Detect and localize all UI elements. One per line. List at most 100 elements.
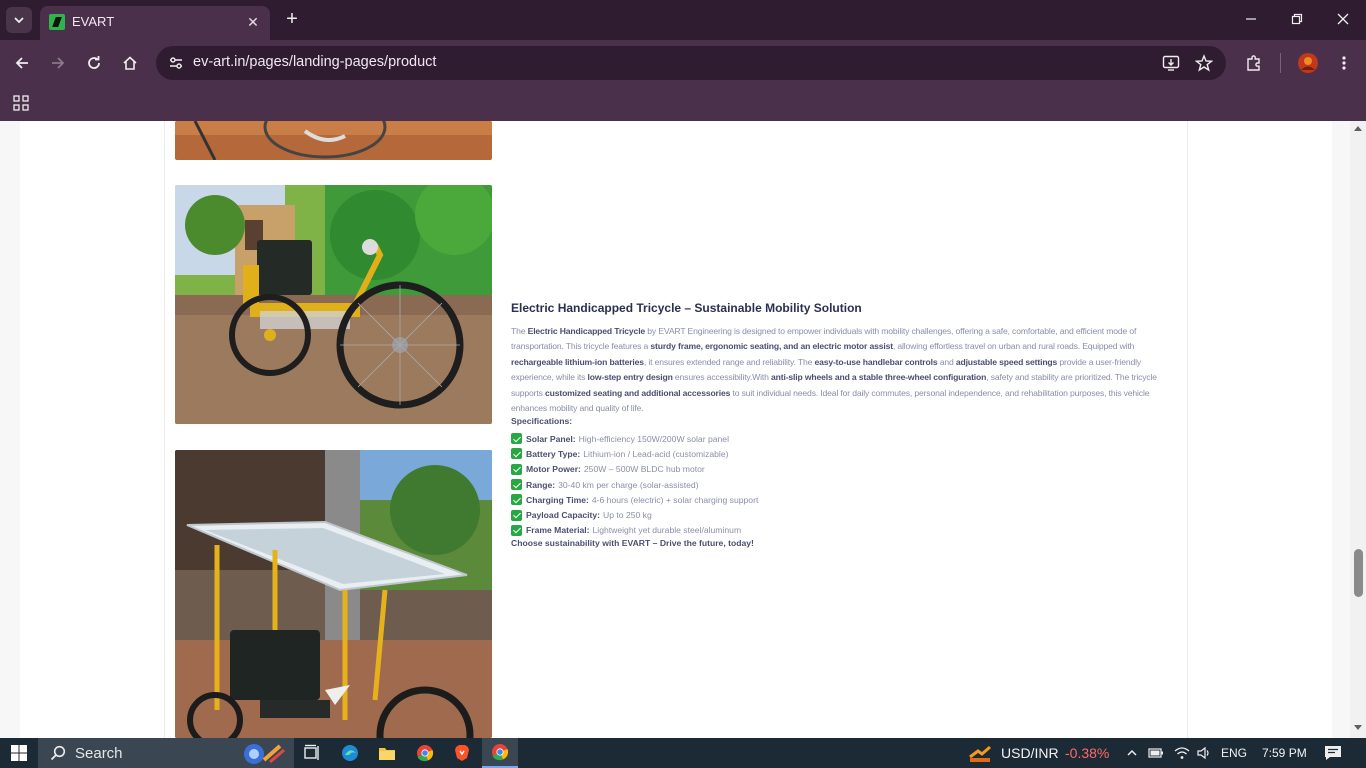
stock-widget-icon[interactable] — [966, 741, 994, 765]
home-button[interactable] — [116, 49, 144, 77]
taskbar-edge[interactable] — [338, 741, 362, 765]
puzzle-icon — [1247, 55, 1260, 71]
desc-bold: Electric Handicapped Tricycle — [527, 326, 646, 336]
bookmark-star-button[interactable] — [1192, 51, 1216, 75]
taskbar-file-explorer[interactable] — [375, 741, 399, 765]
scroll-up-arrow-icon[interactable] — [1354, 126, 1362, 131]
page-gutter-right — [1332, 121, 1350, 738]
spec-value: Up to 250 kg — [603, 510, 652, 521]
spec-item: Range: 30-40 km per charge (solar-assiste… — [511, 477, 758, 492]
url-text[interactable]: ev-art.in/pages/landing-pages/product — [193, 54, 436, 70]
install-app-button[interactable] — [1159, 51, 1183, 75]
taskbar-chrome-active[interactable] — [482, 738, 518, 768]
check-icon — [511, 524, 522, 536]
star-icon — [1195, 54, 1213, 72]
arrow-left-icon — [15, 57, 28, 69]
windows-taskbar: Search USD/INR -0.38% ENG 7:59 PM — [0, 738, 1366, 768]
search-highlight-icon — [244, 744, 285, 764]
specifications-heading: Specifications: — [511, 416, 573, 426]
taskbar-brave[interactable] — [450, 741, 474, 765]
restore-button[interactable] — [1274, 8, 1320, 32]
ticker-change[interactable]: -0.38% — [1065, 745, 1109, 761]
check-icon — [511, 463, 522, 475]
notification-icon — [1325, 746, 1341, 760]
notifications-button[interactable] — [1322, 741, 1344, 765]
profile-avatar-button[interactable] — [1294, 49, 1322, 77]
check-icon — [511, 509, 522, 521]
home-icon — [123, 56, 137, 70]
spec-item: Payload Capacity: Up to 250 kg — [511, 507, 758, 522]
scrollbar-thumb[interactable] — [1354, 549, 1363, 597]
kebab-menu-icon — [1342, 56, 1346, 70]
page-scrollbar[interactable] — [1350, 121, 1366, 738]
chrome-icon — [417, 745, 434, 762]
apps-button[interactable] — [10, 92, 32, 114]
edge-icon — [342, 745, 358, 761]
spec-value: 30-40 km per charge (solar-assisted) — [558, 479, 699, 490]
page-gutter-left — [0, 121, 20, 738]
tab-close-icon[interactable]: ✕ — [244, 13, 262, 31]
windows-logo-icon — [11, 745, 27, 761]
taskbar-search[interactable]: Search — [38, 738, 294, 768]
tab-title: EVART — [72, 14, 115, 29]
spec-key: Solar Panel: — [526, 433, 576, 444]
tab-strip: EVART ✕ + — [0, 0, 1366, 40]
spec-key: Charging Time: — [526, 494, 589, 505]
spec-key: Range: — [526, 479, 556, 490]
scroll-down-arrow-icon[interactable] — [1354, 725, 1362, 730]
spec-value: Lightweight yet durable steel/aluminum — [592, 525, 742, 536]
volume-status[interactable] — [1194, 741, 1214, 765]
clock[interactable]: 7:59 PM — [1262, 746, 1307, 760]
task-view-icon — [304, 744, 319, 760]
spec-value: 4-6 hours (electric) + solar charging su… — [591, 494, 759, 505]
product-description: The Electric Handicapped Tricycle by EVA… — [511, 324, 1161, 416]
browser-tab[interactable]: EVART ✕ — [40, 6, 270, 40]
taskbar-chrome[interactable] — [413, 741, 437, 765]
desc-text: The — [511, 326, 528, 336]
speaker-icon — [1197, 746, 1209, 760]
back-button[interactable] — [8, 49, 36, 77]
wifi-status[interactable] — [1172, 741, 1192, 765]
language-indicator[interactable]: ENG — [1221, 746, 1247, 760]
bookmarks-bar — [0, 86, 1366, 121]
menu-button[interactable] — [1330, 49, 1358, 77]
desc-bold: easy-to-use handlebar controls — [814, 356, 938, 367]
spec-item: Charging Time: 4-6 hours (electric) + sol… — [511, 492, 758, 507]
show-hidden-icons-button[interactable] — [1123, 741, 1141, 765]
chrome-icon — [492, 744, 509, 761]
forward-button[interactable] — [44, 49, 72, 77]
close-window-button[interactable] — [1320, 8, 1366, 32]
ticker-label[interactable]: USD/INR — [1001, 745, 1059, 761]
task-view-button[interactable] — [300, 741, 324, 765]
brave-lion-icon — [455, 745, 469, 761]
desc-bold: sturdy frame, ergonomic seating, and an … — [650, 341, 893, 352]
spec-value: 250W – 500W BLDC hub motor — [583, 464, 705, 475]
desc-text: , it ensures extended range and reliabil… — [643, 356, 815, 367]
product-image-tricycle — [175, 185, 492, 424]
search-placeholder: Search — [75, 744, 123, 762]
battery-status[interactable] — [1146, 741, 1166, 765]
arrow-right-icon — [52, 57, 65, 69]
close-icon — [1337, 13, 1349, 25]
product-image-solar-tricycle — [175, 450, 492, 738]
address-bar[interactable]: ev-art.in/pages/landing-pages/product — [156, 46, 1226, 80]
avatar-icon — [1298, 53, 1318, 73]
spec-item: Battery Type: Lithium-ion / Lead-acid (cu… — [511, 446, 758, 461]
spec-item: Motor Power: 250W – 500W BLDC hub motor — [511, 462, 758, 477]
reload-icon — [88, 56, 100, 69]
reload-button[interactable] — [80, 49, 108, 77]
minimize-button[interactable] — [1228, 8, 1274, 32]
tab-search-button[interactable] — [6, 7, 32, 33]
site-info-button[interactable] — [164, 51, 188, 75]
specifications-list: Solar Panel: High-efficiency 150W/200W so… — [511, 431, 758, 538]
tune-icon — [170, 57, 182, 69]
product-image-previous — [175, 121, 492, 160]
check-icon — [511, 479, 522, 491]
evart-favicon-icon — [49, 14, 65, 30]
product-tagline: Choose sustainability with EVART – Drive… — [511, 538, 754, 548]
extensions-button[interactable] — [1240, 49, 1268, 77]
battery-icon — [1148, 748, 1163, 758]
page-viewport: Electric Handicapped Tricycle – Sustaina… — [0, 121, 1366, 738]
new-tab-button[interactable]: + — [282, 8, 302, 30]
start-button[interactable] — [8, 741, 30, 765]
